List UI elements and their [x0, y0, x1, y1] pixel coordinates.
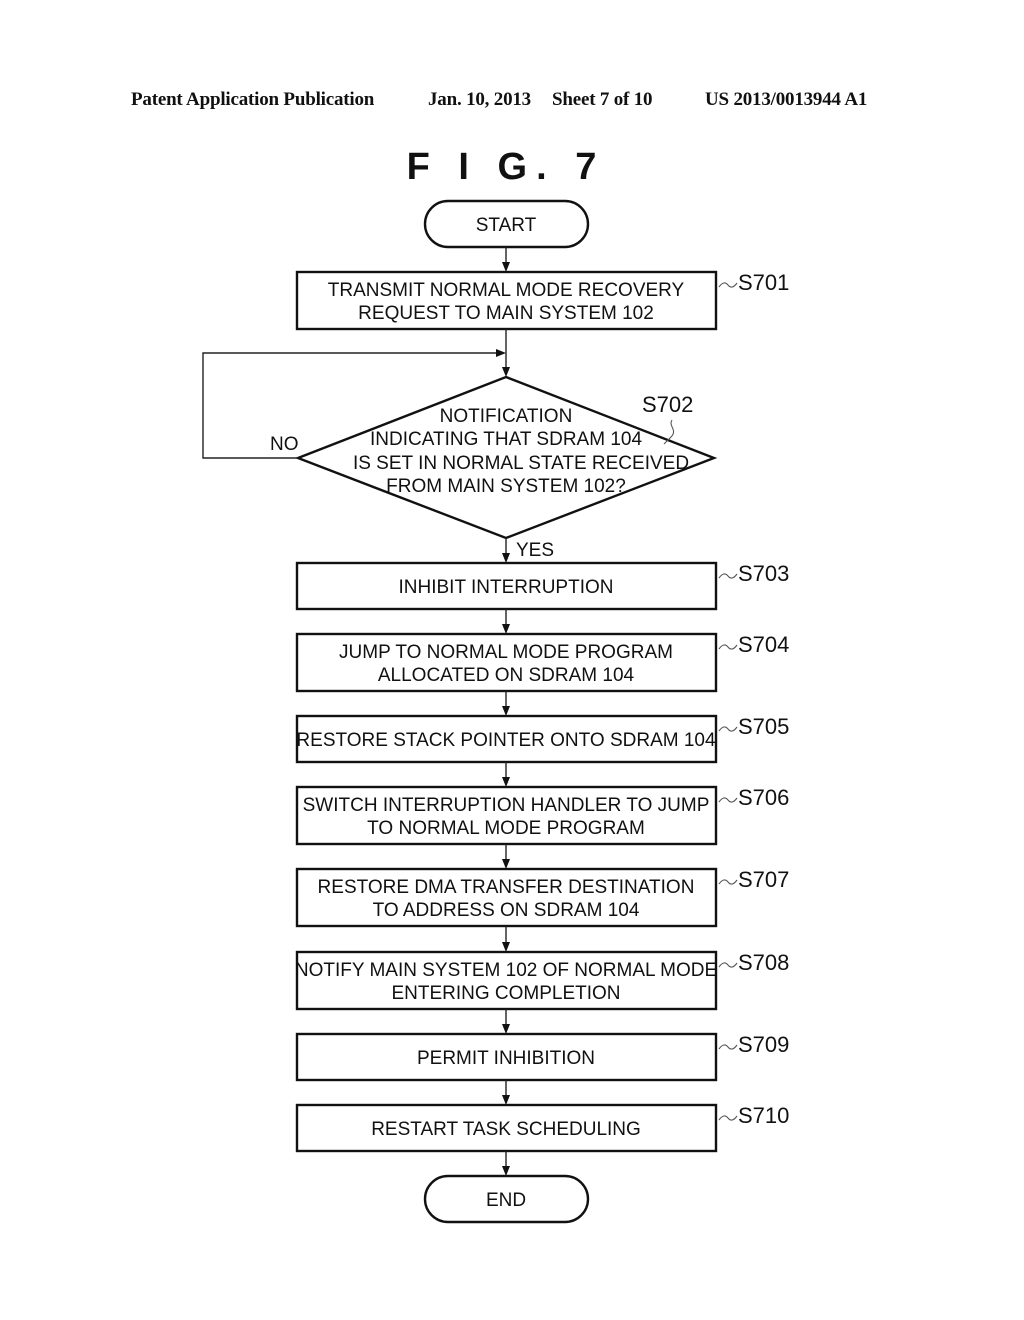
process-step-text: SWITCH INTERRUPTION HANDLER TO JUMP [303, 795, 710, 816]
flow-arrowhead [502, 942, 510, 952]
flow-arrow [502, 926, 510, 952]
flow-arrow [502, 247, 510, 272]
process-step-text: JUMP TO NORMAL MODE PROGRAM [339, 642, 673, 663]
step-leader-tilde [718, 1044, 738, 1050]
step-id-label: S708 [738, 950, 789, 975]
process-step-text: TRANSMIT NORMAL MODE RECOVERY [328, 280, 685, 301]
process-step-text: ALLOCATED ON SDRAM 104 [378, 665, 635, 686]
decision-line: NOTIFICATION [440, 406, 573, 427]
flow-arrow [502, 844, 510, 869]
process-step-text: ENTERING COMPLETION [391, 983, 620, 1004]
flow-arrowhead [502, 1024, 510, 1034]
step-leader-tilde [718, 726, 738, 732]
step-id-label: S703 [738, 561, 789, 586]
flow-arrow [502, 691, 510, 716]
process-step-s704: JUMP TO NORMAL MODE PROGRAMALLOCATED ON … [295, 632, 789, 693]
end-terminal: END [423, 1174, 590, 1224]
process-step-s705: RESTORE STACK POINTER ONTO SDRAM 104 S705 [295, 714, 789, 764]
process-step-text: REQUEST TO MAIN SYSTEM 102 [358, 303, 654, 324]
flowchart: START END NOTIFICATION INDICATING THAT S… [202, 199, 789, 1224]
step-leader-tilde [718, 282, 738, 288]
step-id-label: S706 [738, 785, 789, 810]
end-label: END [486, 1190, 526, 1211]
process-step-text: INHIBIT INTERRUPTION [399, 577, 614, 598]
step-leader-tilde [718, 962, 738, 968]
step-leader-tilde [718, 879, 738, 885]
flow-arrow [502, 1080, 510, 1105]
flow-arrow [502, 1009, 510, 1034]
flow-arrow [502, 538, 510, 563]
step-id-label: S705 [738, 714, 789, 739]
decision-s702: NOTIFICATION INDICATING THAT SDRAM 104 I… [270, 375, 718, 561]
process-step-text: RESTORE STACK POINTER ONTO SDRAM 104 [296, 730, 716, 751]
decision-step-id: S702 [642, 392, 693, 417]
no-label: NO [270, 434, 299, 455]
step-id-label: S707 [738, 867, 789, 892]
process-step-text: PERMIT INHIBITION [417, 1048, 595, 1069]
process-step-s710: RESTART TASK SCHEDULING S710 [295, 1103, 789, 1153]
flow-arrow [502, 1151, 510, 1176]
decision-line: IS SET IN NORMAL STATE RECEIVED [353, 453, 689, 474]
flow-arrowhead [502, 262, 510, 272]
start-terminal: START [423, 199, 590, 249]
process-step-s701: TRANSMIT NORMAL MODE RECOVERYREQUEST TO … [295, 270, 789, 331]
flow-arrowhead [502, 859, 510, 869]
process-step-text: RESTART TASK SCHEDULING [371, 1119, 641, 1140]
step-leader-tilde [718, 644, 738, 650]
step-id-label: S710 [738, 1103, 789, 1128]
flow-arrowhead [502, 367, 510, 377]
process-step-s707: RESTORE DMA TRANSFER DESTINATIONTO ADDRE… [295, 867, 789, 928]
flow-arrowhead [502, 624, 510, 634]
start-label: START [476, 215, 537, 236]
process-step-s709: PERMIT INHIBITION S709 [295, 1032, 789, 1082]
yes-label: YES [516, 540, 554, 561]
flow-arrowhead [502, 1166, 510, 1176]
decision-line: INDICATING THAT SDRAM 104 [370, 429, 642, 450]
flow-arrowhead [502, 1095, 510, 1105]
no-loop-arrowhead [496, 349, 506, 357]
process-step-s703: INHIBIT INTERRUPTION S703 [295, 561, 789, 611]
step-leader-tilde [718, 573, 738, 579]
step-leader-tilde [718, 1115, 738, 1121]
step-leader-tilde [718, 797, 738, 803]
process-step-text: TO NORMAL MODE PROGRAM [367, 818, 645, 839]
process-step-s708: NOTIFY MAIN SYSTEM 102 OF NORMAL MODEENT… [295, 950, 789, 1011]
decision-line: FROM MAIN SYSTEM 102? [386, 476, 626, 497]
flow-arrowhead [502, 553, 510, 563]
flow-arrowhead [502, 706, 510, 716]
process-step-s706: SWITCH INTERRUPTION HANDLER TO JUMPTO NO… [295, 785, 789, 846]
step-id-label: S701 [738, 270, 789, 295]
flow-arrowhead [502, 777, 510, 787]
step-id-label: S709 [738, 1032, 789, 1057]
process-step-text: NOTIFY MAIN SYSTEM 102 OF NORMAL MODE [295, 960, 717, 981]
process-step-text: TO ADDRESS ON SDRAM 104 [373, 900, 640, 921]
step-id-label: S704 [738, 632, 789, 657]
flow-arrow [502, 609, 510, 634]
flow-arrow [502, 762, 510, 787]
process-step-text: RESTORE DMA TRANSFER DESTINATION [318, 877, 695, 898]
